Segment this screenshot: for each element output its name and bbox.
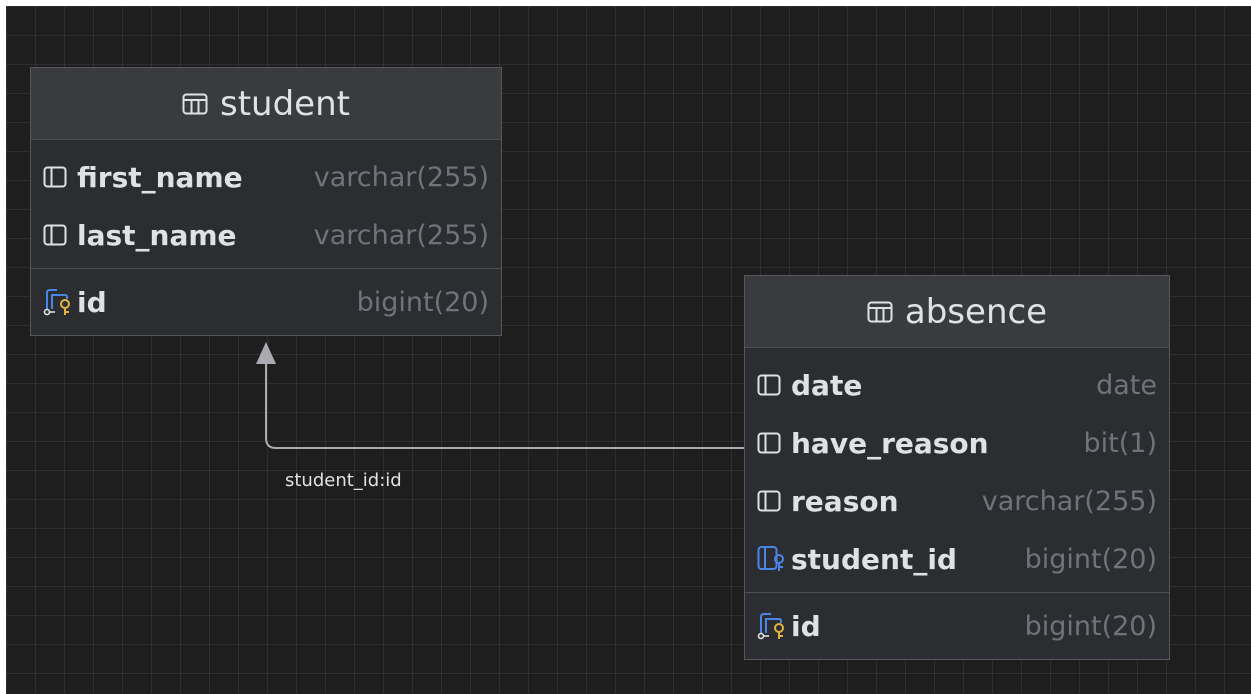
table-header[interactable]: student [31,68,501,140]
column-type: varchar(255) [313,161,489,193]
column-name: date [791,368,863,402]
column-type: bit(1) [1083,427,1157,459]
table-icon [182,93,208,114]
column-row[interactable]: have_reason bit(1) [745,414,1169,472]
key-list: id bigint(20) [31,269,501,335]
column-type: date [1096,369,1157,401]
table-title: student [220,83,350,124]
column-icon [43,163,77,191]
column-icon [757,487,791,515]
key-row[interactable]: id bigint(20) [745,597,1169,655]
column-name: last_name [77,218,237,252]
key-list: id bigint(20) [745,593,1169,659]
column-icon [757,371,791,399]
column-type: bigint(20) [1024,543,1157,575]
column-type: varchar(255) [981,485,1157,517]
column-type: bigint(20) [356,286,489,318]
diagram-canvas[interactable]: student_id:id student first_name varchar… [6,6,1251,694]
column-row[interactable]: date date [745,356,1169,414]
relation-line [265,362,745,449]
table-header[interactable]: absence [745,276,1169,348]
primary-key-icon [757,612,791,640]
column-icon [43,221,77,249]
primary-key-icon [43,288,77,316]
column-row[interactable]: first_name varchar(255) [31,148,501,206]
column-name: student_id [791,542,957,576]
table-icon [867,301,893,322]
column-list: date date have_reason bit(1) reason varc… [745,348,1169,593]
column-name: id [77,285,107,319]
column-row[interactable]: reason varchar(255) [745,472,1169,530]
column-type: varchar(255) [313,219,489,251]
column-name: first_name [77,160,243,194]
table-title: absence [904,291,1048,332]
column-name: reason [791,484,899,518]
column-icon [757,429,791,457]
table-absence[interactable]: absence date date have_reason bit(1) rea… [744,275,1170,660]
column-row[interactable]: last_name varchar(255) [31,206,501,264]
column-name: have_reason [791,426,989,460]
foreign-key-icon [757,545,791,573]
relation-label: student_id:id [285,470,402,491]
relation-arrowhead [256,342,276,364]
column-name: id [791,609,821,643]
column-row[interactable]: student_id bigint(20) [745,530,1169,588]
key-row[interactable]: id bigint(20) [31,273,501,331]
table-student[interactable]: student first_name varchar(255) last_nam… [30,67,502,336]
column-type: bigint(20) [1024,610,1157,642]
column-list: first_name varchar(255) last_name varcha… [31,140,501,269]
